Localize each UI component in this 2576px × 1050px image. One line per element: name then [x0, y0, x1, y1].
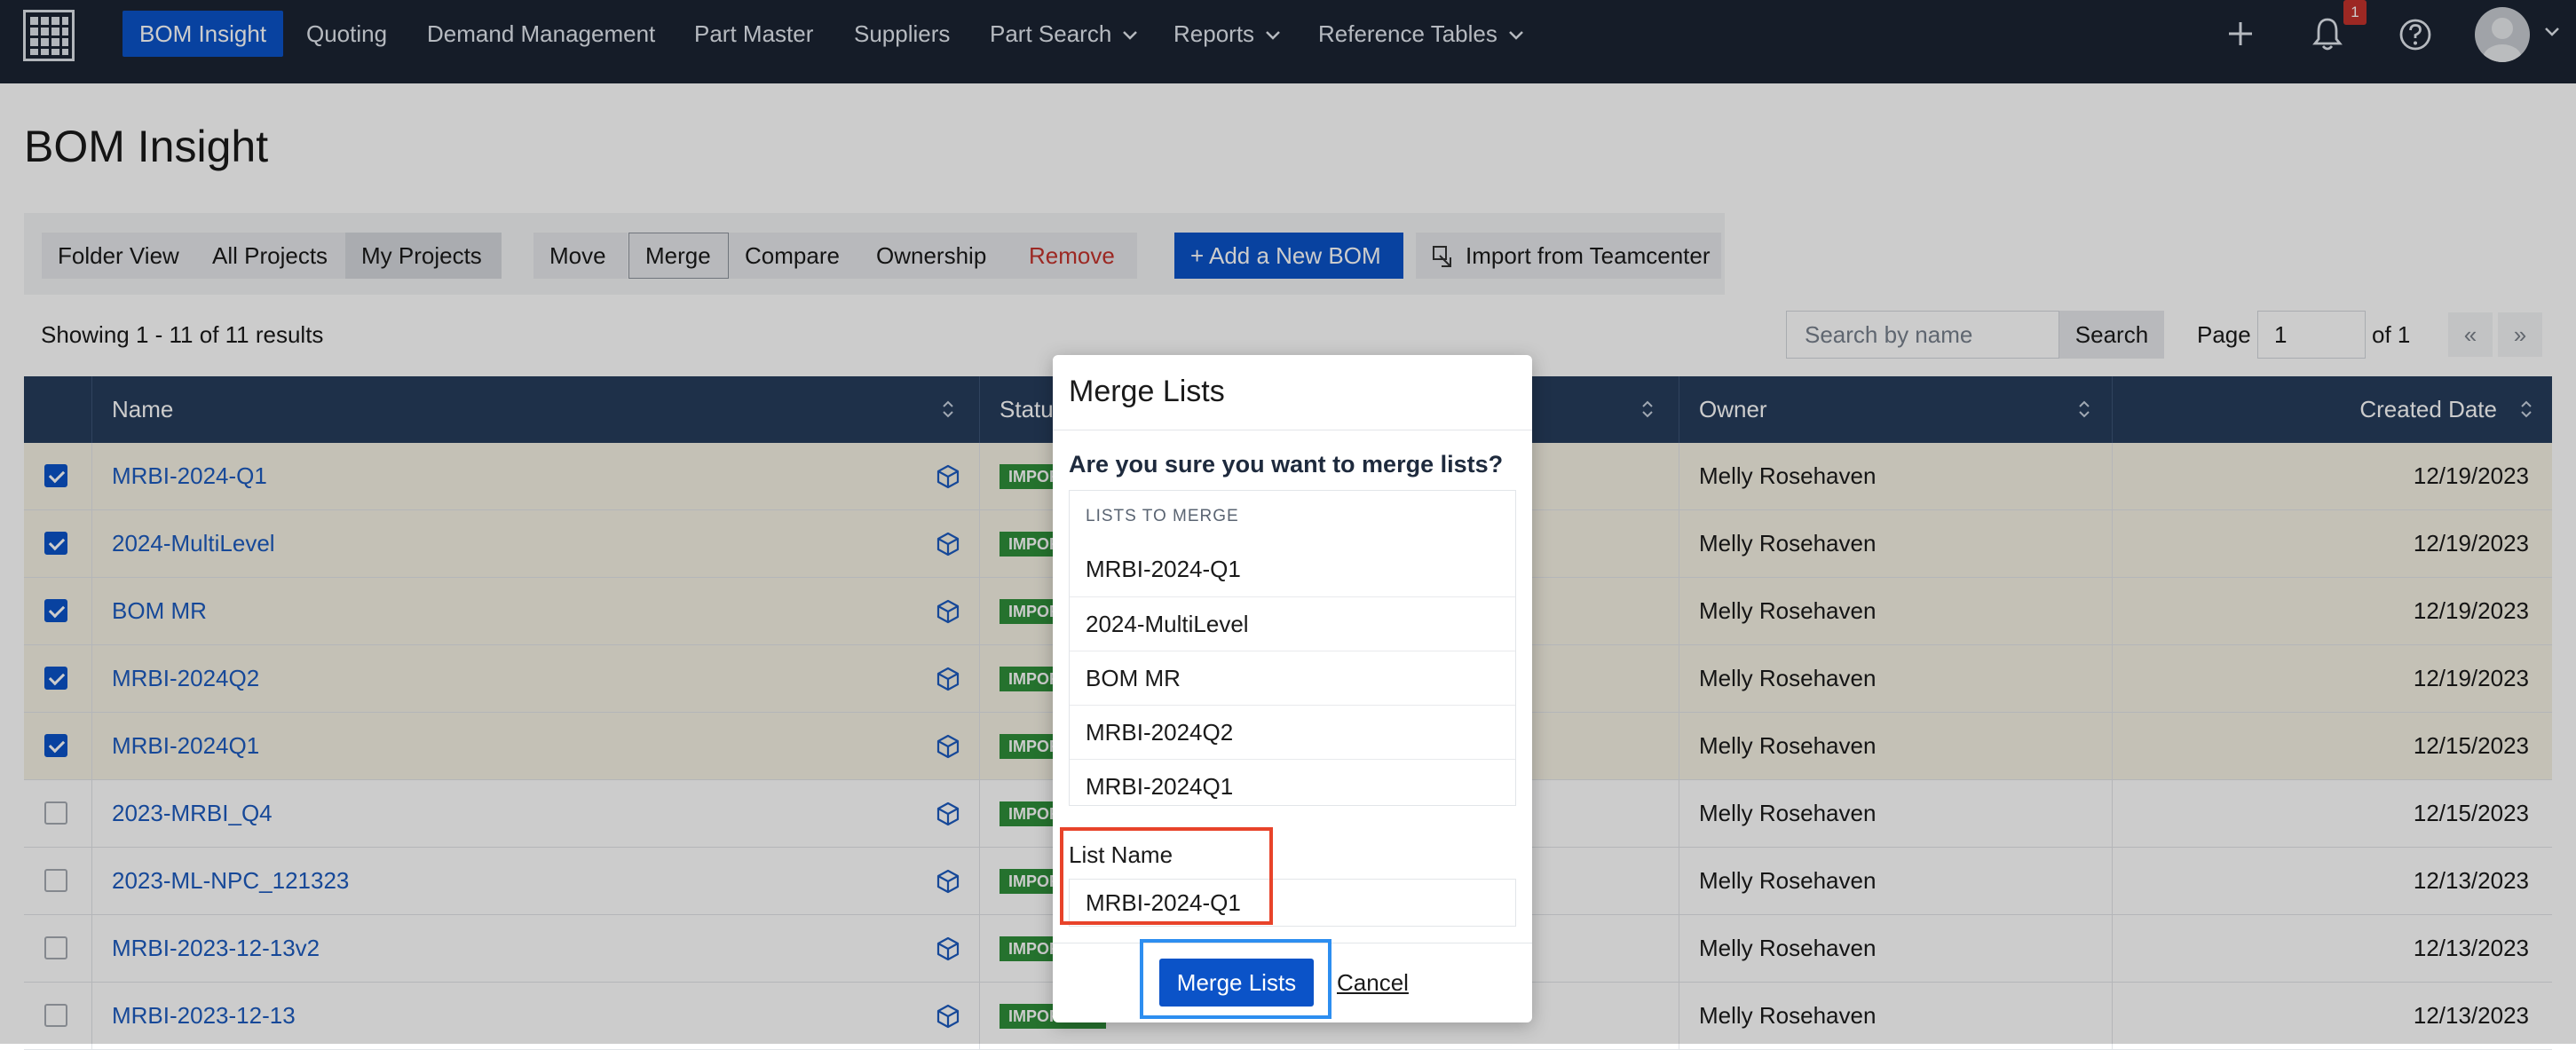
cancel-link[interactable]: Cancel — [1337, 969, 1409, 997]
modal-question: Are you sure you want to merge lists? — [1069, 451, 1504, 478]
merge-button-highlight — [1140, 939, 1331, 1019]
merge-list-item: BOM MR — [1070, 651, 1515, 704]
modal-title: Merge Lists — [1069, 375, 1225, 408]
list-name-highlight — [1060, 827, 1273, 925]
merge-list-item: MRBI-2024-Q1 — [1086, 556, 1241, 582]
merge-list-item: MRBI-2024Q2 — [1070, 705, 1515, 758]
lists-header: LISTS TO MERGE — [1086, 507, 1239, 525]
lists-to-merge: LISTS TO MERGE MRBI-2024-Q1 2024-MultiLev… — [1069, 490, 1516, 806]
merge-list-item: MRBI-2024Q1 — [1070, 759, 1515, 812]
merge-list-item: 2024-MultiLevel — [1070, 596, 1515, 650]
